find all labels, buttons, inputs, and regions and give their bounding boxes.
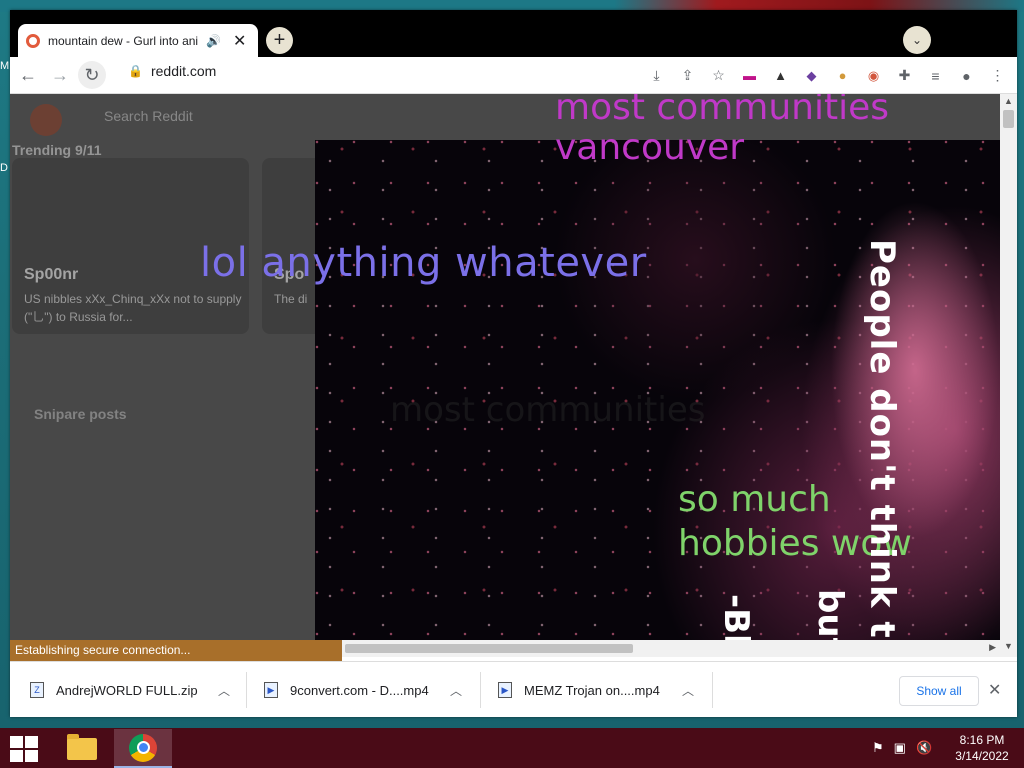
extension-icon[interactable]: ▲	[767, 62, 794, 89]
forward-button[interactable]: →	[46, 61, 74, 89]
close-download-shelf-icon[interactable]: ✕	[988, 680, 1001, 700]
tab-strip: mountain dew - Gurl into anime 🔊 ✕ + ⌄	[10, 10, 1017, 57]
chevron-up-icon[interactable]: ︿	[218, 682, 230, 699]
extension-icon[interactable]: ◉	[860, 62, 887, 89]
install-app-icon[interactable]: ⤓	[643, 62, 670, 89]
download-item[interactable]: ▶ MEMZ Trojan on....mp4 ︿	[498, 672, 708, 708]
toolbar-icons: ⤓ ⇪ ☆ ▬ ▲ ◆ ● ◉ ✚ ≡ ● ⋮	[643, 62, 1011, 89]
network-icon[interactable]: ▣	[894, 740, 906, 756]
extension-icon[interactable]: ●	[829, 62, 856, 89]
address-text: reddit.com	[150, 63, 217, 79]
reading-list-icon[interactable]: ≡	[922, 62, 949, 89]
address-bar[interactable]: 🔒 reddit.com	[128, 63, 216, 79]
download-shelf: Z AndrejWORLD FULL.zip ︿ ▶ 9convert.com …	[10, 661, 1017, 717]
vertical-scroll-thumb[interactable]	[1003, 110, 1014, 128]
browser-tab[interactable]: mountain dew - Gurl into anime 🔊 ✕	[18, 24, 258, 57]
desktop-icon-fragment[interactable]: D	[0, 162, 8, 174]
download-item[interactable]: ▶ 9convert.com - D....mp4 ︿	[264, 672, 474, 708]
system-tray: ⚑ ▣ 🔇	[872, 740, 932, 756]
reddit-search-input[interactable]: Search Reddit	[104, 108, 193, 124]
trending-card-title: Sp00nr	[24, 266, 79, 283]
share-icon[interactable]: ⇪	[674, 62, 701, 89]
video-file-icon: ▶	[264, 682, 278, 698]
trending-heading: Trending 9/11	[12, 142, 102, 158]
sidebar-heading: Snipare posts	[34, 406, 127, 422]
horizontal-scroll-thumb[interactable]	[345, 644, 633, 653]
reddit-favicon-icon	[26, 33, 40, 48]
overlay-text-faint: most communities	[390, 390, 706, 430]
extension-icon[interactable]: ◆	[798, 62, 825, 89]
scroll-right-arrow-icon[interactable]: ▶	[989, 642, 996, 653]
scroll-down-arrow-icon[interactable]: ▼	[1004, 641, 1013, 651]
menu-dots-icon[interactable]: ⋮	[984, 62, 1011, 89]
lock-icon[interactable]: 🔒	[128, 64, 143, 78]
tab-title: mountain dew - Gurl into anime	[48, 33, 198, 48]
desktop-icon-fragment[interactable]: M	[0, 60, 9, 72]
overlay-text-lol: lol anything whatever	[200, 240, 647, 286]
tab-search-button[interactable]: ⌄	[903, 26, 931, 54]
show-all-downloads-button[interactable]: Show all	[899, 676, 979, 706]
bookmark-star-icon[interactable]: ☆	[705, 62, 732, 89]
action-center-flag-icon[interactable]: ⚑	[872, 740, 884, 756]
audio-playing-icon[interactable]: 🔊	[206, 34, 221, 48]
scroll-up-arrow-icon[interactable]: ▲	[1004, 96, 1013, 106]
overlay-text-communities: most communities vancouver	[555, 94, 890, 168]
extensions-puzzle-icon[interactable]: ✚	[891, 62, 918, 89]
folder-icon	[67, 734, 97, 760]
page-viewport: Search Reddit Trending 9/11 Sp00nr US ni…	[10, 94, 1017, 657]
download-filename: AndrejWORLD FULL.zip	[56, 682, 198, 698]
overlay-text-people: People don't think th	[862, 239, 902, 657]
browser-window: mountain dew - Gurl into anime 🔊 ✕ + ⌄ ←…	[10, 10, 1017, 717]
divider	[480, 672, 481, 708]
download-item[interactable]: Z AndrejWORLD FULL.zip ︿	[30, 672, 240, 708]
video-file-icon: ▶	[498, 682, 512, 698]
system-clock[interactable]: 8:16 PM 3/14/2022	[950, 732, 1014, 764]
status-bubble: Establishing secure connection...	[10, 640, 342, 661]
chrome-taskbar-button[interactable]	[114, 729, 172, 768]
divider	[246, 672, 247, 708]
clock-date: 3/14/2022	[955, 749, 1009, 763]
reload-button[interactable]: ↻	[78, 61, 106, 89]
taskbar: ⚑ ▣ 🔇 8:16 PM 3/14/2022	[0, 728, 1024, 768]
reddit-logo-icon[interactable]	[30, 104, 62, 136]
chevron-up-icon[interactable]: ︿	[450, 682, 462, 699]
divider	[712, 672, 713, 708]
download-filename: 9convert.com - D....mp4	[290, 682, 429, 698]
new-tab-button[interactable]: +	[266, 27, 293, 54]
clock-time: 8:16 PM	[959, 733, 1005, 747]
close-tab-icon[interactable]: ✕	[233, 31, 246, 51]
extension-icon[interactable]: ▬	[736, 62, 763, 89]
browser-toolbar: ← → ↻ 🔒 reddit.com ⤓ ⇪ ☆ ▬ ▲ ◆ ● ◉ ✚ ≡ ●…	[10, 57, 1017, 94]
windows-start-icon[interactable]	[10, 736, 38, 762]
chrome-icon	[129, 733, 157, 762]
zip-file-icon: Z	[30, 682, 44, 698]
volume-muted-icon[interactable]: 🔇	[916, 740, 932, 756]
chevron-up-icon[interactable]: ︿	[682, 682, 694, 699]
file-explorer-taskbar-button[interactable]	[60, 730, 104, 768]
trending-card-subtitle: US nibbles xXx_Chinq_xXx not to supply (…	[24, 292, 242, 324]
overlay-text-bl: -Bl	[716, 594, 756, 646]
vertical-scrollbar[interactable]: ▲ ▼	[1000, 94, 1017, 657]
download-filename: MEMZ Trojan on....mp4	[524, 682, 660, 698]
profile-icon[interactable]: ●	[953, 62, 980, 89]
back-button[interactable]: ←	[14, 61, 42, 89]
